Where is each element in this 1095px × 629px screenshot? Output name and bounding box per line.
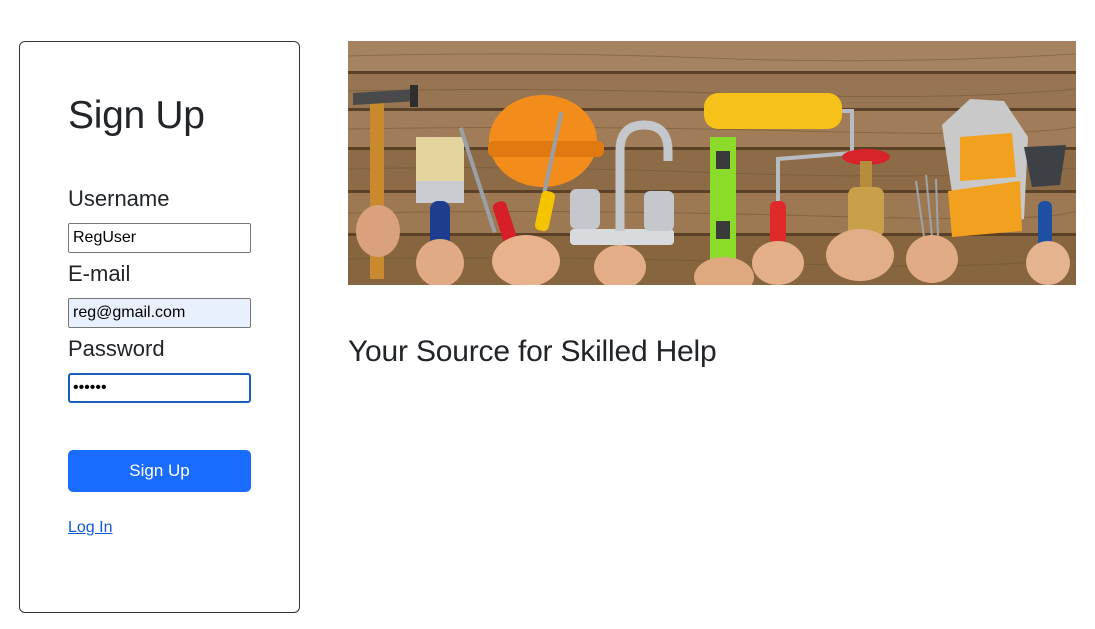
tools-held-by-hands-image <box>348 41 1076 285</box>
password-input[interactable] <box>68 373 251 403</box>
username-label: Username <box>68 186 170 211</box>
username-input[interactable] <box>68 223 251 253</box>
tagline-heading: Your Source for Skilled Help <box>348 335 717 368</box>
password-label: Password <box>68 336 165 361</box>
login-link[interactable]: Log In <box>68 519 112 537</box>
signup-button[interactable]: Sign Up <box>68 450 251 492</box>
hero-banner-image <box>348 41 1076 285</box>
email-label: E-mail <box>68 261 131 286</box>
email-input[interactable] <box>68 298 251 328</box>
signup-card: Sign Up Username E-mail Password Sign Up… <box>19 41 300 613</box>
signup-title: Sign Up <box>68 94 205 137</box>
